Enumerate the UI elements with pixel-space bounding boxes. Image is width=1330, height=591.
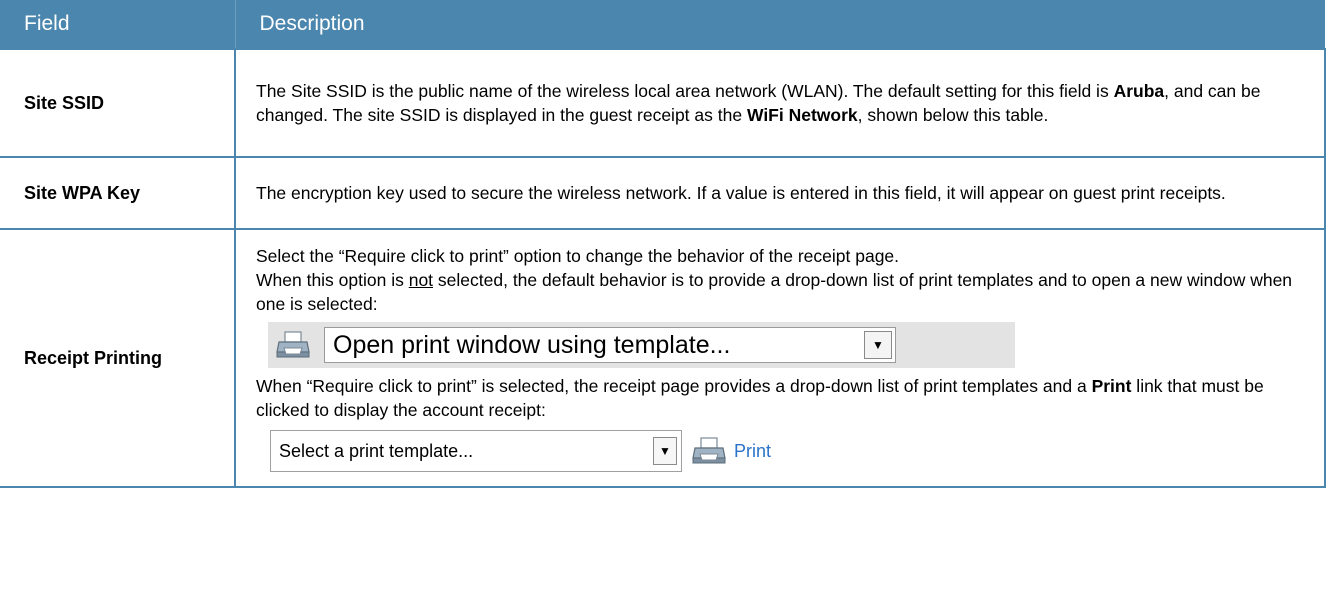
desc-text: When this option is <box>256 270 409 290</box>
print-template-dropdown[interactable]: Open print window using template... ▼ <box>324 327 896 363</box>
field-description: Select the “Require click to print” opti… <box>234 228 1326 488</box>
desc-paragraph: Select the “Require click to print” opti… <box>256 246 900 266</box>
table-row-site-wpa-key: Site WPA Key The encryption key used to … <box>0 156 1326 230</box>
desc-bold: Aruba <box>1113 81 1165 101</box>
print-template-dropdown-value: Open print window using template... <box>333 331 731 359</box>
printer-icon[interactable] <box>692 436 726 466</box>
table-header-row: Field Description <box>0 0 1325 49</box>
field-description: The Site SSID is the public name of the … <box>234 48 1326 158</box>
print-window-template-bar: Open print window using template... ▼ <box>268 322 1015 368</box>
desc-paragraph: When “Require click to print” is selecte… <box>256 374 1304 422</box>
chevron-down-icon[interactable]: ▼ <box>653 437 677 465</box>
printer-icon <box>276 330 310 360</box>
field-name: Site WPA Key <box>0 156 236 230</box>
desc-bold: WiFi Network <box>746 105 858 125</box>
header-field: Field <box>0 0 236 49</box>
chevron-down-icon[interactable]: ▼ <box>864 331 892 359</box>
field-description: The encryption key used to secure the wi… <box>234 156 1326 230</box>
table-row-site-ssid: Site SSID The Site SSID is the public na… <box>0 48 1326 158</box>
field-name: Receipt Printing <box>0 228 236 488</box>
select-print-template-dropdown[interactable]: Select a print template... ▼ <box>270 430 682 472</box>
desc-text: When “Require click to print” is selecte… <box>256 376 1092 396</box>
desc-underline: not <box>408 270 434 290</box>
field-name: Site SSID <box>0 48 236 158</box>
desc-paragraph: When this option is not selected, the de… <box>256 268 1304 316</box>
desc-text: The Site SSID is the public name of the … <box>256 81 1114 101</box>
desc-text: The encryption key used to secure the wi… <box>256 183 1226 203</box>
header-description: Description <box>235 0 1325 49</box>
table-row-receipt-printing: Receipt Printing Select the “Require cli… <box>0 228 1326 488</box>
field-description-table: Field Description Site SSID The Site SSI… <box>0 0 1326 488</box>
desc-bold: Print <box>1091 376 1132 396</box>
desc-text: , shown below this table. <box>857 105 1049 125</box>
select-print-template-value: Select a print template... <box>279 441 474 461</box>
require-click-print-bar: Select a print template... ▼ Print <box>270 430 1304 472</box>
print-link[interactable]: Print <box>734 439 771 463</box>
